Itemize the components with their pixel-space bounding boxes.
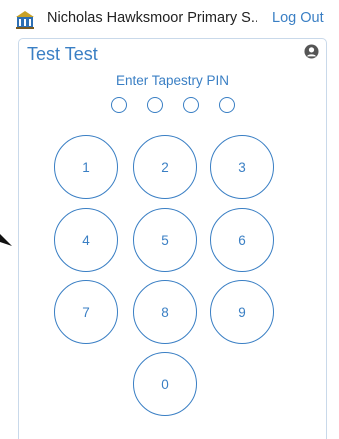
logout-link[interactable]: Log Out <box>272 10 324 26</box>
app-header: Nicholas Hawksmoor Primary S... Log Out <box>0 0 339 38</box>
pin-dot <box>183 97 199 113</box>
keypad-key-9[interactable]: 9 <box>210 280 274 344</box>
pin-prompt: Enter Tapestry PIN <box>115 73 230 88</box>
keypad-key-1[interactable]: 1 <box>54 135 118 199</box>
pin-dot <box>147 97 163 113</box>
school-building-icon <box>16 11 34 29</box>
user-name: Test Test <box>27 44 98 64</box>
keypad-key-6[interactable]: 6 <box>210 208 274 272</box>
user-silhouette-icon <box>304 44 319 59</box>
keypad-key-8[interactable]: 8 <box>133 280 197 344</box>
keypad-key-2[interactable]: 2 <box>133 135 197 199</box>
pin-dot <box>219 97 235 113</box>
pointer-arrow-icon <box>0 234 12 246</box>
pin-indicator <box>111 97 237 115</box>
keypad-key-5[interactable]: 5 <box>133 208 197 272</box>
keypad-key-7[interactable]: 7 <box>54 280 118 344</box>
pin-dot <box>111 97 127 113</box>
keypad-key-4[interactable]: 4 <box>54 208 118 272</box>
keypad-key-0[interactable]: 0 <box>133 352 197 416</box>
school-name: Nicholas Hawksmoor Primary S... <box>47 10 257 26</box>
keypad-key-3[interactable]: 3 <box>210 135 274 199</box>
